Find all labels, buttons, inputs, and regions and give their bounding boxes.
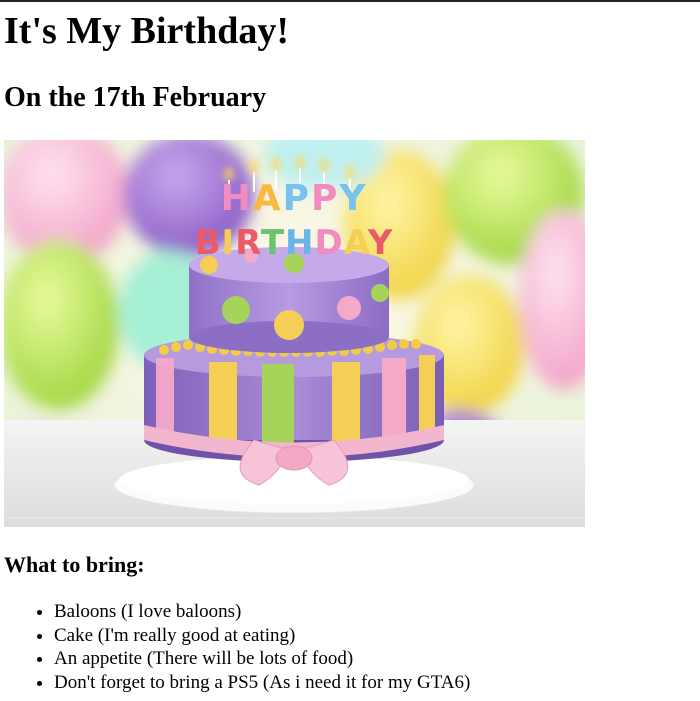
date-heading: On the 17th February: [4, 82, 267, 113]
list-item: Baloons (I love baloons): [54, 600, 470, 624]
svg-text:BIRTHDAY: BIRTHDAY: [195, 223, 394, 263]
list-item: Don't forget to bring a PS5 (As i need i…: [54, 671, 470, 695]
list-item: An appetite (There will be lots of food): [54, 647, 470, 671]
svg-text:HAPPY: HAPPY: [221, 178, 368, 219]
page-title: It's My Birthday!: [4, 10, 289, 52]
top-border: [0, 0, 700, 2]
bring-heading: What to bring:: [4, 552, 145, 577]
list-item: Cake (I'm really good at eating): [54, 624, 470, 648]
bring-list: Baloons (I love baloons) Cake (I'm reall…: [4, 600, 470, 694]
birthday-cake-image: HAPPY BIRTHDAY: [4, 140, 585, 527]
